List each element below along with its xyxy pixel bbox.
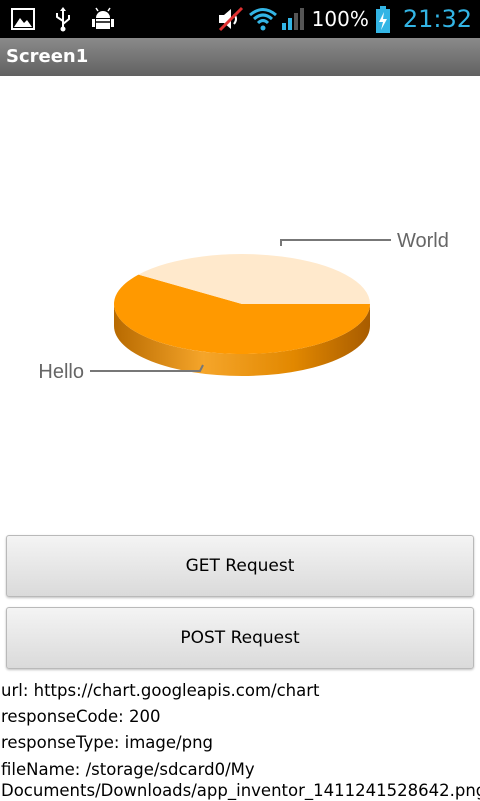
wifi-icon xyxy=(248,6,277,32)
pie-label-text-hello: Hello xyxy=(38,361,84,383)
file-name-label: fileName: /storage/sdcard0/My Documents/… xyxy=(1,760,480,800)
battery-percent: 100% xyxy=(311,7,369,31)
pie-label-world: World xyxy=(280,230,449,252)
pie-label-text-world: World xyxy=(397,230,449,252)
url-label: url: https://chart.googleapis.com/chart xyxy=(1,681,320,700)
screen-title: Screen1 xyxy=(6,46,89,67)
pie-chart: Hello World xyxy=(38,230,449,383)
post-request-button[interactable]: POST Request xyxy=(6,607,474,669)
status-bar-system: 100% 21:32 xyxy=(216,0,472,38)
response-type-label: responseType: image/png xyxy=(1,733,214,752)
status-bar-notifications xyxy=(10,6,116,32)
battery-charging-icon xyxy=(375,6,391,33)
signal-icon xyxy=(280,6,306,32)
clock: 21:32 xyxy=(402,5,472,33)
response-code-label: responseCode: 200 xyxy=(1,707,161,726)
title-bar: Screen1 xyxy=(0,38,480,76)
android-debug-icon xyxy=(90,6,116,32)
chart-image: Hello World xyxy=(0,76,480,528)
status-bar: 100% 21:32 xyxy=(0,0,480,38)
mute-icon xyxy=(216,6,243,32)
get-request-button[interactable]: GET Request xyxy=(6,535,474,597)
image-icon xyxy=(10,6,36,32)
usb-icon xyxy=(50,6,76,32)
